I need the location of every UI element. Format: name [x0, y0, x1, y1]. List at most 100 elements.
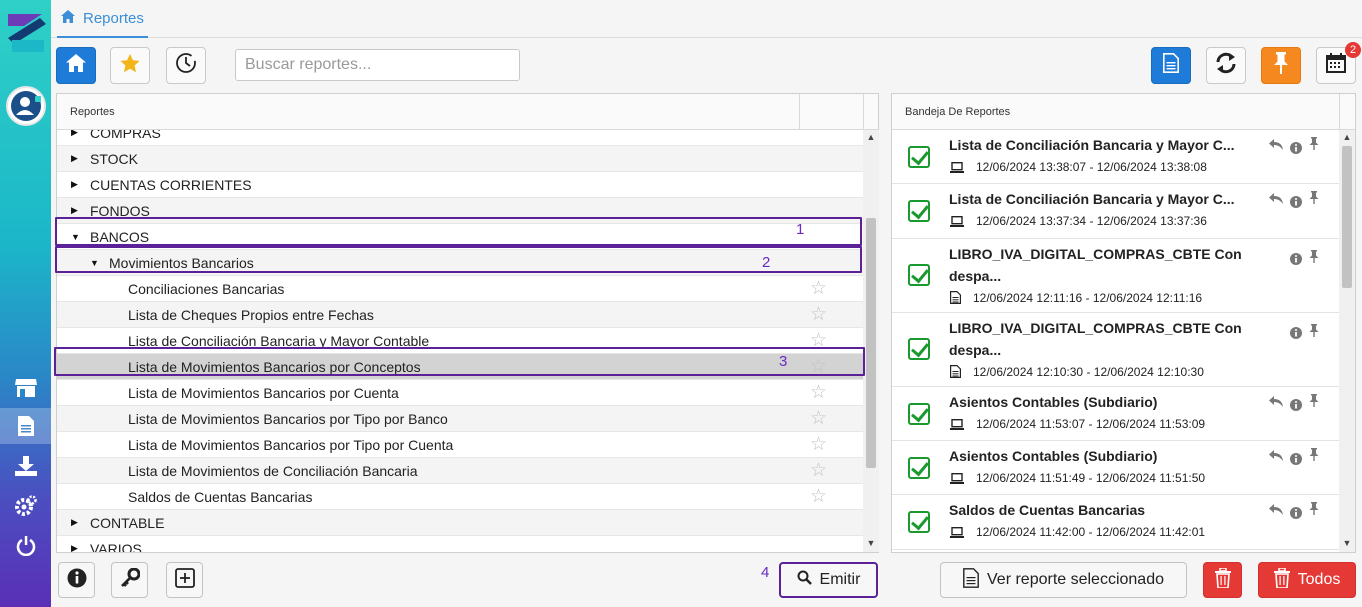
download-icon[interactable] — [0, 448, 51, 484]
tree-category-row[interactable]: ▶ CUENTAS CORRIENTES — [57, 172, 863, 198]
info-icon[interactable] — [1290, 326, 1302, 344]
pin-icon[interactable] — [1309, 191, 1319, 209]
tray-scrollbar[interactable]: ▲ ▼ — [1339, 130, 1355, 552]
calendar-button[interactable]: 2 — [1316, 42, 1361, 84]
tree-report-row[interactable]: Lista de Movimientos Bancarios por Tipo … — [57, 432, 863, 458]
tree-report-row[interactable]: Lista de Movimientos Bancarios por Cuent… — [57, 380, 863, 406]
tree-category-row[interactable]: ▶ COMPRAS — [57, 130, 863, 146]
info-icon[interactable] — [1290, 452, 1302, 470]
annotation-number-3: 3 — [779, 353, 788, 370]
info-icon[interactable] — [1290, 141, 1302, 159]
scroll-down-icon[interactable]: ▼ — [1339, 538, 1355, 548]
caret-right-icon[interactable]: ▶ — [71, 543, 78, 552]
reports-scrollbar[interactable]: ▲ ▼ — [863, 130, 879, 552]
info-icon[interactable] — [1290, 195, 1302, 213]
scroll-up-icon[interactable]: ▲ — [1339, 132, 1355, 142]
favorite-star-icon[interactable]: ☆ — [810, 435, 827, 454]
pin-icon[interactable] — [1309, 324, 1319, 342]
reply-icon[interactable] — [1269, 394, 1283, 412]
favorite-star-icon[interactable]: ☆ — [810, 487, 827, 506]
scroll-thumb[interactable] — [866, 218, 876, 468]
favorite-star-icon[interactable]: ☆ — [810, 409, 827, 428]
favorite-star-icon[interactable]: ☆ — [810, 357, 827, 376]
favorite-star-icon[interactable]: ☆ — [810, 279, 827, 298]
caret-right-icon[interactable]: ▶ — [71, 179, 78, 190]
pin-icon[interactable] — [1309, 394, 1319, 412]
reports-button[interactable] — [1151, 47, 1191, 84]
add-button[interactable] — [166, 562, 203, 598]
report-tray-header: Bandeja De Reportes — [892, 94, 1355, 130]
tree-report-row[interactable]: Lista de Conciliación Bancaria y Mayor C… — [57, 328, 863, 354]
scroll-up-icon[interactable]: ▲ — [863, 132, 879, 142]
caret-down-icon[interactable]: ▼ — [71, 232, 80, 242]
tree-category-row[interactable]: ▶ STOCK — [57, 146, 863, 172]
refresh-button[interactable] — [1206, 47, 1246, 84]
reply-icon[interactable] — [1269, 191, 1283, 209]
pin-icon[interactable] — [1309, 250, 1319, 268]
pin-icon[interactable] — [1309, 448, 1319, 466]
reply-icon[interactable] — [1269, 502, 1283, 520]
delete-button[interactable] — [1203, 562, 1242, 598]
caret-right-icon[interactable]: ▶ — [71, 153, 78, 164]
store-icon[interactable] — [0, 369, 51, 405]
report-tray-item[interactable]: LIBRO_IVA_DIGITAL_COMPRAS_CBTE Con despa… — [892, 239, 1339, 313]
favorites-button[interactable] — [110, 47, 150, 84]
report-tray-item[interactable]: Asientos Contables (Subdiario) 12/06/2024… — [892, 387, 1339, 441]
tree-row-label: Lista de Movimientos de Conciliación Ban… — [128, 462, 418, 479]
scroll-thumb[interactable] — [1342, 146, 1352, 288]
reply-icon[interactable] — [1269, 448, 1283, 466]
tree-report-row[interactable]: Conciliaciones Bancarias ☆ — [57, 276, 863, 302]
report-tray-item[interactable]: Saldos de Cuentas Bancarias 12/06/2024 11… — [892, 495, 1339, 550]
tree-report-row[interactable]: Lista de Movimientos Bancarios por Conce… — [57, 354, 863, 380]
reports-icon[interactable] — [0, 408, 51, 444]
scroll-down-icon[interactable]: ▼ — [863, 538, 879, 548]
tree-row-label: CONTABLE — [90, 514, 165, 531]
info-icon — [67, 568, 87, 593]
pin-icon[interactable] — [1309, 502, 1319, 520]
power-icon[interactable] — [0, 528, 51, 564]
report-tray-item-title: Asientos Contables (Subdiario) — [949, 394, 1158, 410]
pin-icon[interactable] — [1309, 137, 1319, 155]
history-button[interactable] — [166, 47, 206, 84]
breadcrumb[interactable]: Reportes — [57, 0, 148, 38]
info-button[interactable] — [58, 562, 95, 598]
reply-icon[interactable] — [1269, 137, 1283, 155]
favorite-star-icon[interactable]: ☆ — [810, 461, 827, 480]
search-input[interactable] — [235, 49, 520, 81]
app-logo[interactable] — [4, 10, 48, 54]
tree-report-row[interactable]: Lista de Cheques Propios entre Fechas ☆ — [57, 302, 863, 328]
report-tray-item[interactable]: Lista de Conciliación Bancaria y Mayor C… — [892, 130, 1339, 184]
tree-report-row[interactable]: Lista de Movimientos Bancarios por Tipo … — [57, 406, 863, 432]
reports-panel-title: Reportes — [70, 105, 115, 118]
caret-right-icon[interactable]: ▶ — [71, 130, 78, 138]
tree-report-row[interactable]: Lista de Movimientos de Conciliación Ban… — [57, 458, 863, 484]
tree-row-label: Lista de Movimientos Bancarios por Tipo … — [128, 410, 448, 427]
user-avatar[interactable] — [6, 86, 46, 126]
tree-category-row[interactable]: ▶ FONDOS — [57, 198, 863, 224]
favorite-star-icon[interactable]: ☆ — [810, 305, 827, 324]
info-icon[interactable] — [1290, 252, 1302, 270]
caret-down-icon[interactable]: ▼ — [90, 258, 99, 268]
caret-right-icon[interactable]: ▶ — [71, 517, 78, 528]
info-icon[interactable] — [1290, 506, 1302, 524]
view-selected-report-button[interactable]: Ver reporte seleccionado — [940, 562, 1187, 598]
pin-button[interactable] — [1261, 47, 1301, 84]
report-tray-item[interactable]: LIBRO_IVA_DIGITAL_COMPRAS_CBTE Con despa… — [892, 313, 1339, 387]
report-tray-item[interactable]: Asientos Contables (Subdiario) 12/06/2024… — [892, 441, 1339, 495]
refresh-icon — [1215, 52, 1237, 79]
tree-report-row[interactable]: Saldos de Cuentas Bancarias ☆ — [57, 484, 863, 510]
favorite-star-icon[interactable]: ☆ — [810, 331, 827, 350]
home-button[interactable] — [56, 47, 96, 84]
delete-all-button[interactable]: Todos — [1258, 562, 1356, 598]
key-button[interactable] — [111, 562, 148, 598]
tree-category-row[interactable]: ▶ VARIOS — [57, 536, 863, 552]
tree-category-row[interactable]: ▼ BANCOS — [57, 224, 863, 250]
report-tray-item[interactable]: Lista de Conciliación Bancaria y Mayor C… — [892, 184, 1339, 239]
caret-right-icon[interactable]: ▶ — [71, 205, 78, 216]
favorite-star-icon[interactable]: ☆ — [810, 383, 827, 402]
emitir-button[interactable]: Emitir — [779, 562, 878, 598]
info-icon[interactable] — [1290, 398, 1302, 416]
settings-icon[interactable] — [0, 488, 51, 524]
tree-subcategory-row[interactable]: ▼ Movimientos Bancarios — [57, 250, 863, 276]
tree-category-row[interactable]: ▶ CONTABLE — [57, 510, 863, 536]
